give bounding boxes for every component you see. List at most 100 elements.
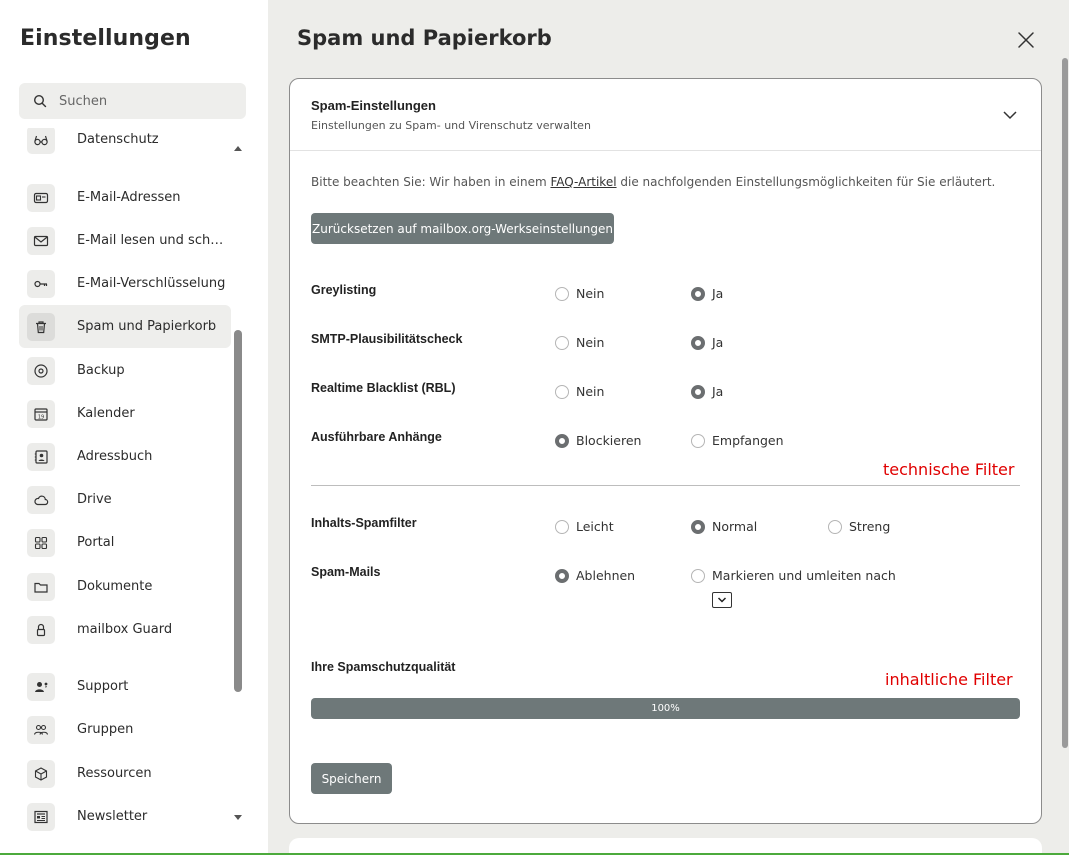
main-panel: Spam und Papierkorb Spam-Einstellungen E… xyxy=(268,0,1069,855)
rbl-ja-radio[interactable]: Ja xyxy=(691,384,723,399)
radio-dot[interactable] xyxy=(555,335,569,350)
sidebar-item-label: mailbox Guard xyxy=(77,622,173,637)
radio-dot[interactable] xyxy=(691,568,705,583)
sidebar-item-email-verschluesselung[interactable]: E-Mail-Verschlüsselung xyxy=(19,262,231,305)
smtp-check-label: SMTP-Plausibilitätscheck xyxy=(311,332,463,346)
sidebar-item-label: Dokumente xyxy=(77,579,153,594)
scroll-down-arrow-icon[interactable] xyxy=(234,815,242,820)
sidebar-item-drive[interactable]: Drive xyxy=(19,478,231,521)
attachments-block-radio[interactable]: Blockieren xyxy=(555,433,641,448)
content-filter-leicht-radio[interactable]: Leicht xyxy=(555,519,614,534)
sidebar-item-label: Spam und Papierkorb xyxy=(77,319,217,334)
sidebar-item-backup[interactable]: Backup xyxy=(19,349,231,392)
sidebar-item-gruppen[interactable]: Gruppen xyxy=(19,708,231,751)
redirect-folder-select[interactable] xyxy=(712,592,732,608)
chevron-down-icon[interactable] xyxy=(1002,107,1018,123)
attachments-receive-radio[interactable]: Empfangen xyxy=(691,433,784,448)
sidebar-title: Einstellungen xyxy=(20,26,191,51)
card-title: Spam-Einstellungen xyxy=(311,98,436,113)
sidebar-item-label: Drive xyxy=(77,492,112,507)
sidebar-item-label: Gruppen xyxy=(77,722,134,737)
radio-label: Streng xyxy=(849,519,891,534)
sidebar-item-email-lesen[interactable]: E-Mail lesen und schreiben xyxy=(19,219,231,262)
spam-mails-label: Spam-Mails xyxy=(311,565,381,579)
sidebar-item-label: Kalender xyxy=(77,406,135,421)
sidebar-item-label: Ressourcen xyxy=(77,766,152,781)
sidebar-item-adressbuch[interactable]: Adressbuch xyxy=(19,435,231,478)
trash-icon xyxy=(27,312,55,341)
sidebar-scrollbar[interactable] xyxy=(232,142,244,824)
radio-dot[interactable] xyxy=(555,286,569,301)
sidebar-item-label: Portal xyxy=(77,535,115,550)
radio-dot[interactable] xyxy=(691,384,705,399)
radio-dot[interactable] xyxy=(555,384,569,399)
sidebar-item-mailbox-guard[interactable]: mailbox Guard xyxy=(19,608,231,651)
key-icon xyxy=(27,269,55,298)
radio-label: Markieren und umleiten nach xyxy=(712,568,896,583)
save-button[interactable]: Speichern xyxy=(311,763,392,794)
spam-mails-redirect-radio[interactable]: Markieren und umleiten nach xyxy=(691,568,896,583)
scroll-up-arrow-icon[interactable] xyxy=(234,146,242,151)
radio-label: Nein xyxy=(576,335,605,350)
note-text: die nachfolgenden Einstellungsmöglichkei… xyxy=(616,175,996,189)
attachments-label: Ausführbare Anhänge xyxy=(311,430,442,444)
svg-text:19: 19 xyxy=(38,414,44,420)
cloud-icon xyxy=(27,485,55,514)
sidebar-nav: Datenschutz E-Mail-Adressen E-Mail lesen… xyxy=(19,128,231,838)
sidebar-item-email-adressen[interactable]: E-Mail-Adressen xyxy=(19,176,231,219)
content-filter-label: Inhalts-Spamfilter xyxy=(311,516,417,530)
smtp-ja-radio[interactable]: Ja xyxy=(691,335,723,350)
envelope-icon xyxy=(27,226,55,255)
sidebar-item-ressourcen[interactable]: Ressourcen xyxy=(19,752,231,795)
rbl-nein-radio[interactable]: Nein xyxy=(555,384,604,399)
spam-mails-reject-radio[interactable]: Ablehnen xyxy=(555,568,635,583)
radio-dot[interactable] xyxy=(691,519,705,534)
smtp-nein-radio[interactable]: Nein xyxy=(555,335,604,350)
radio-dot[interactable] xyxy=(555,568,569,583)
radio-dot[interactable] xyxy=(828,519,842,534)
address-book-icon xyxy=(27,442,55,471)
radio-dot[interactable] xyxy=(691,286,705,301)
close-icon[interactable] xyxy=(1016,30,1036,50)
radio-label: Normal xyxy=(712,519,758,534)
quality-label: Ihre Spamschutzqualität xyxy=(311,660,456,674)
sidebar-item-kalender[interactable]: 19 Kalender xyxy=(19,392,231,435)
greylisting-ja-radio[interactable]: Ja xyxy=(691,286,723,301)
content-filter-streng-radio[interactable]: Streng xyxy=(828,519,890,534)
main-scrollbar[interactable] xyxy=(1061,58,1069,855)
content-filter-normal-radio[interactable]: Normal xyxy=(691,519,757,534)
faq-link[interactable]: FAQ-Artikel xyxy=(550,175,616,189)
main-scroll-thumb[interactable] xyxy=(1062,58,1068,748)
sidebar-item-label: Backup xyxy=(77,363,125,378)
radio-label: Ja xyxy=(712,335,724,350)
disc-icon xyxy=(27,356,55,385)
radio-label: Nein xyxy=(576,384,605,399)
radio-dot[interactable] xyxy=(555,433,569,448)
sidebar-item-label: E-Mail-Adressen xyxy=(77,190,181,205)
newspaper-icon xyxy=(27,802,55,831)
divider xyxy=(311,485,1020,486)
chevron-down-icon xyxy=(717,597,727,603)
radio-label: Leicht xyxy=(576,519,614,534)
radio-dot[interactable] xyxy=(555,519,569,534)
sidebar-item-label: Adressbuch xyxy=(77,449,153,464)
card-header[interactable]: Spam-Einstellungen Einstellungen zu Spam… xyxy=(290,79,1041,151)
reset-defaults-button[interactable]: Zurücksetzen auf mailbox.org-Werkseinste… xyxy=(311,213,614,244)
card-subtitle: Einstellungen zu Spam- und Virenschutz v… xyxy=(311,119,591,132)
sidebar-item-portal[interactable]: Portal xyxy=(19,521,231,564)
annotation-content-filter: inhaltliche Filter xyxy=(885,670,1013,689)
greylisting-nein-radio[interactable]: Nein xyxy=(555,286,604,301)
group-icon xyxy=(27,715,55,744)
search-box[interactable] xyxy=(19,83,246,119)
sidebar-scroll-thumb[interactable] xyxy=(234,330,242,692)
sidebar-item-datenschutz[interactable]: Datenschutz xyxy=(19,128,231,161)
sidebar-item-dokumente[interactable]: Dokumente xyxy=(19,565,231,608)
radio-dot[interactable] xyxy=(691,335,705,350)
radio-dot[interactable] xyxy=(691,433,705,448)
grid-icon xyxy=(27,528,55,557)
sidebar-item-newsletter[interactable]: Newsletter xyxy=(19,795,231,838)
sidebar-item-support[interactable]: Support xyxy=(19,665,231,708)
sidebar-item-spam-und-papierkorb[interactable]: Spam und Papierkorb xyxy=(19,305,231,348)
search-input[interactable] xyxy=(59,93,219,109)
rbl-label: Realtime Blacklist (RBL) xyxy=(311,381,456,395)
